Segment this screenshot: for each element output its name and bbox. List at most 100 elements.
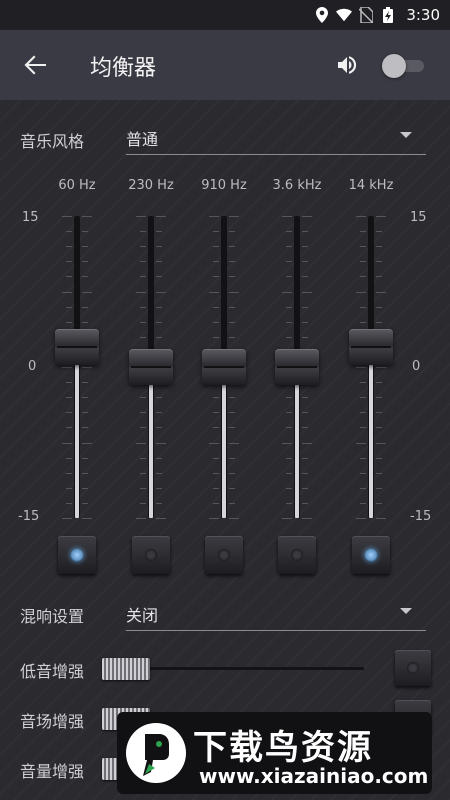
battery-charging-icon xyxy=(380,7,396,23)
scale-tick xyxy=(140,457,146,459)
slider-level-fill xyxy=(149,367,153,518)
slider-knob[interactable] xyxy=(55,328,99,365)
scale-tick xyxy=(302,427,308,429)
scale-tick xyxy=(156,261,162,263)
freq-label: 14 kHz xyxy=(348,178,394,193)
scale-tick xyxy=(62,367,72,368)
scale-tick xyxy=(136,216,146,217)
virtualizer-label: 音场增强 xyxy=(20,712,85,731)
band-toggle-button[interactable] xyxy=(278,536,316,574)
reverb-dropdown[interactable]: 关闭 xyxy=(126,596,426,631)
slider-knob[interactable] xyxy=(349,328,393,365)
band-toggle-button[interactable] xyxy=(132,536,170,574)
band-slider-3.6khz[interactable] xyxy=(275,216,319,520)
scale-tick xyxy=(286,397,292,399)
scale-tick xyxy=(213,502,219,504)
scale-tick xyxy=(376,412,382,414)
back-arrow-icon[interactable] xyxy=(22,52,48,78)
scale-tick xyxy=(360,487,366,489)
band-slider-230hz[interactable] xyxy=(129,216,173,520)
scale-tick xyxy=(360,321,366,323)
scale-max-right: 15 xyxy=(410,210,427,225)
scale-tick xyxy=(62,216,72,217)
scale-tick xyxy=(82,457,88,459)
preset-label: 音乐风格 xyxy=(20,132,85,151)
scale-tick xyxy=(209,291,219,293)
scale-tick xyxy=(140,412,146,414)
scale-tick xyxy=(82,306,88,308)
scale-tick xyxy=(156,231,162,233)
scale-tick xyxy=(66,502,72,504)
band-slider-60hz[interactable] xyxy=(55,216,99,520)
band-toggle-button[interactable] xyxy=(205,536,243,574)
scale-tick xyxy=(213,427,219,429)
volume-icon[interactable] xyxy=(335,53,359,77)
scale-tick xyxy=(360,397,366,399)
scale-tick xyxy=(213,487,219,489)
band-toggle-button[interactable] xyxy=(58,536,96,574)
scale-tick xyxy=(376,231,382,233)
scale-tick xyxy=(213,246,219,248)
freq-label: 910 Hz xyxy=(201,178,247,193)
scale-tick xyxy=(376,306,382,308)
band-toggle-button[interactable] xyxy=(352,536,390,574)
scale-tick xyxy=(82,291,92,293)
slider-knob[interactable] xyxy=(129,349,173,385)
scale-tick xyxy=(302,412,308,414)
led-indicator-icon xyxy=(407,662,419,674)
scale-tick xyxy=(82,261,88,263)
scale-tick xyxy=(286,472,292,474)
scale-tick xyxy=(213,276,219,278)
scale-tick xyxy=(376,457,382,459)
scale-tick xyxy=(213,397,219,399)
scale-tick xyxy=(229,336,235,338)
slider-knob[interactable] xyxy=(202,349,246,385)
scale-tick xyxy=(286,246,292,248)
scale-tick xyxy=(229,246,235,248)
scale-tick xyxy=(286,321,292,323)
scale-min-right: -15 xyxy=(410,509,432,524)
scale-tick xyxy=(209,442,219,444)
scale-tick xyxy=(229,518,239,519)
dropdown-arrow-icon xyxy=(400,608,412,614)
scale-tick xyxy=(286,276,292,278)
band-slider-14khz[interactable] xyxy=(349,216,393,520)
scale-tick xyxy=(229,502,235,504)
scale-tick xyxy=(302,261,308,263)
scale-tick xyxy=(376,246,382,248)
bass-boost-button[interactable] xyxy=(395,650,431,686)
scale-tick xyxy=(140,502,146,504)
scale-tick xyxy=(82,382,88,384)
scale-tick xyxy=(376,472,382,474)
slider-thumb[interactable] xyxy=(102,658,150,680)
preset-dropdown[interactable]: 普通 xyxy=(126,120,426,155)
reverb-label: 混响设置 xyxy=(20,607,85,626)
equalizer-panel: 音乐风格 普通 60 Hz 230 Hz 910 Hz 3.6 kHz 14 k… xyxy=(0,100,450,800)
scale-tick xyxy=(229,321,235,323)
scale-tick xyxy=(376,382,382,384)
band-slider-910hz[interactable] xyxy=(202,216,246,520)
equalizer-toggle[interactable] xyxy=(382,54,424,78)
bass-boost-slider[interactable] xyxy=(102,658,364,680)
preset-value: 普通 xyxy=(126,130,159,149)
scale-tick xyxy=(356,367,366,368)
scale-tick xyxy=(360,502,366,504)
scale-tick xyxy=(156,291,166,293)
status-time: 3:30 xyxy=(406,6,440,24)
bass-boost-label: 低音增强 xyxy=(20,662,85,681)
scale-tick xyxy=(229,276,235,278)
scale-tick xyxy=(136,518,146,519)
scale-tick xyxy=(156,442,166,444)
slider-knob[interactable] xyxy=(275,349,319,385)
scale-tick xyxy=(286,487,292,489)
led-indicator-icon xyxy=(145,549,157,561)
scale-tick xyxy=(376,276,382,278)
scale-tick xyxy=(66,487,72,489)
scale-min-left: -15 xyxy=(18,509,40,524)
scale-tick xyxy=(360,231,366,233)
slider-level-fill xyxy=(369,346,373,518)
scale-tick xyxy=(66,382,72,384)
watermark-url: www.xiazainiao.com xyxy=(199,764,429,788)
scale-tick xyxy=(356,291,366,293)
scale-tick xyxy=(302,306,308,308)
